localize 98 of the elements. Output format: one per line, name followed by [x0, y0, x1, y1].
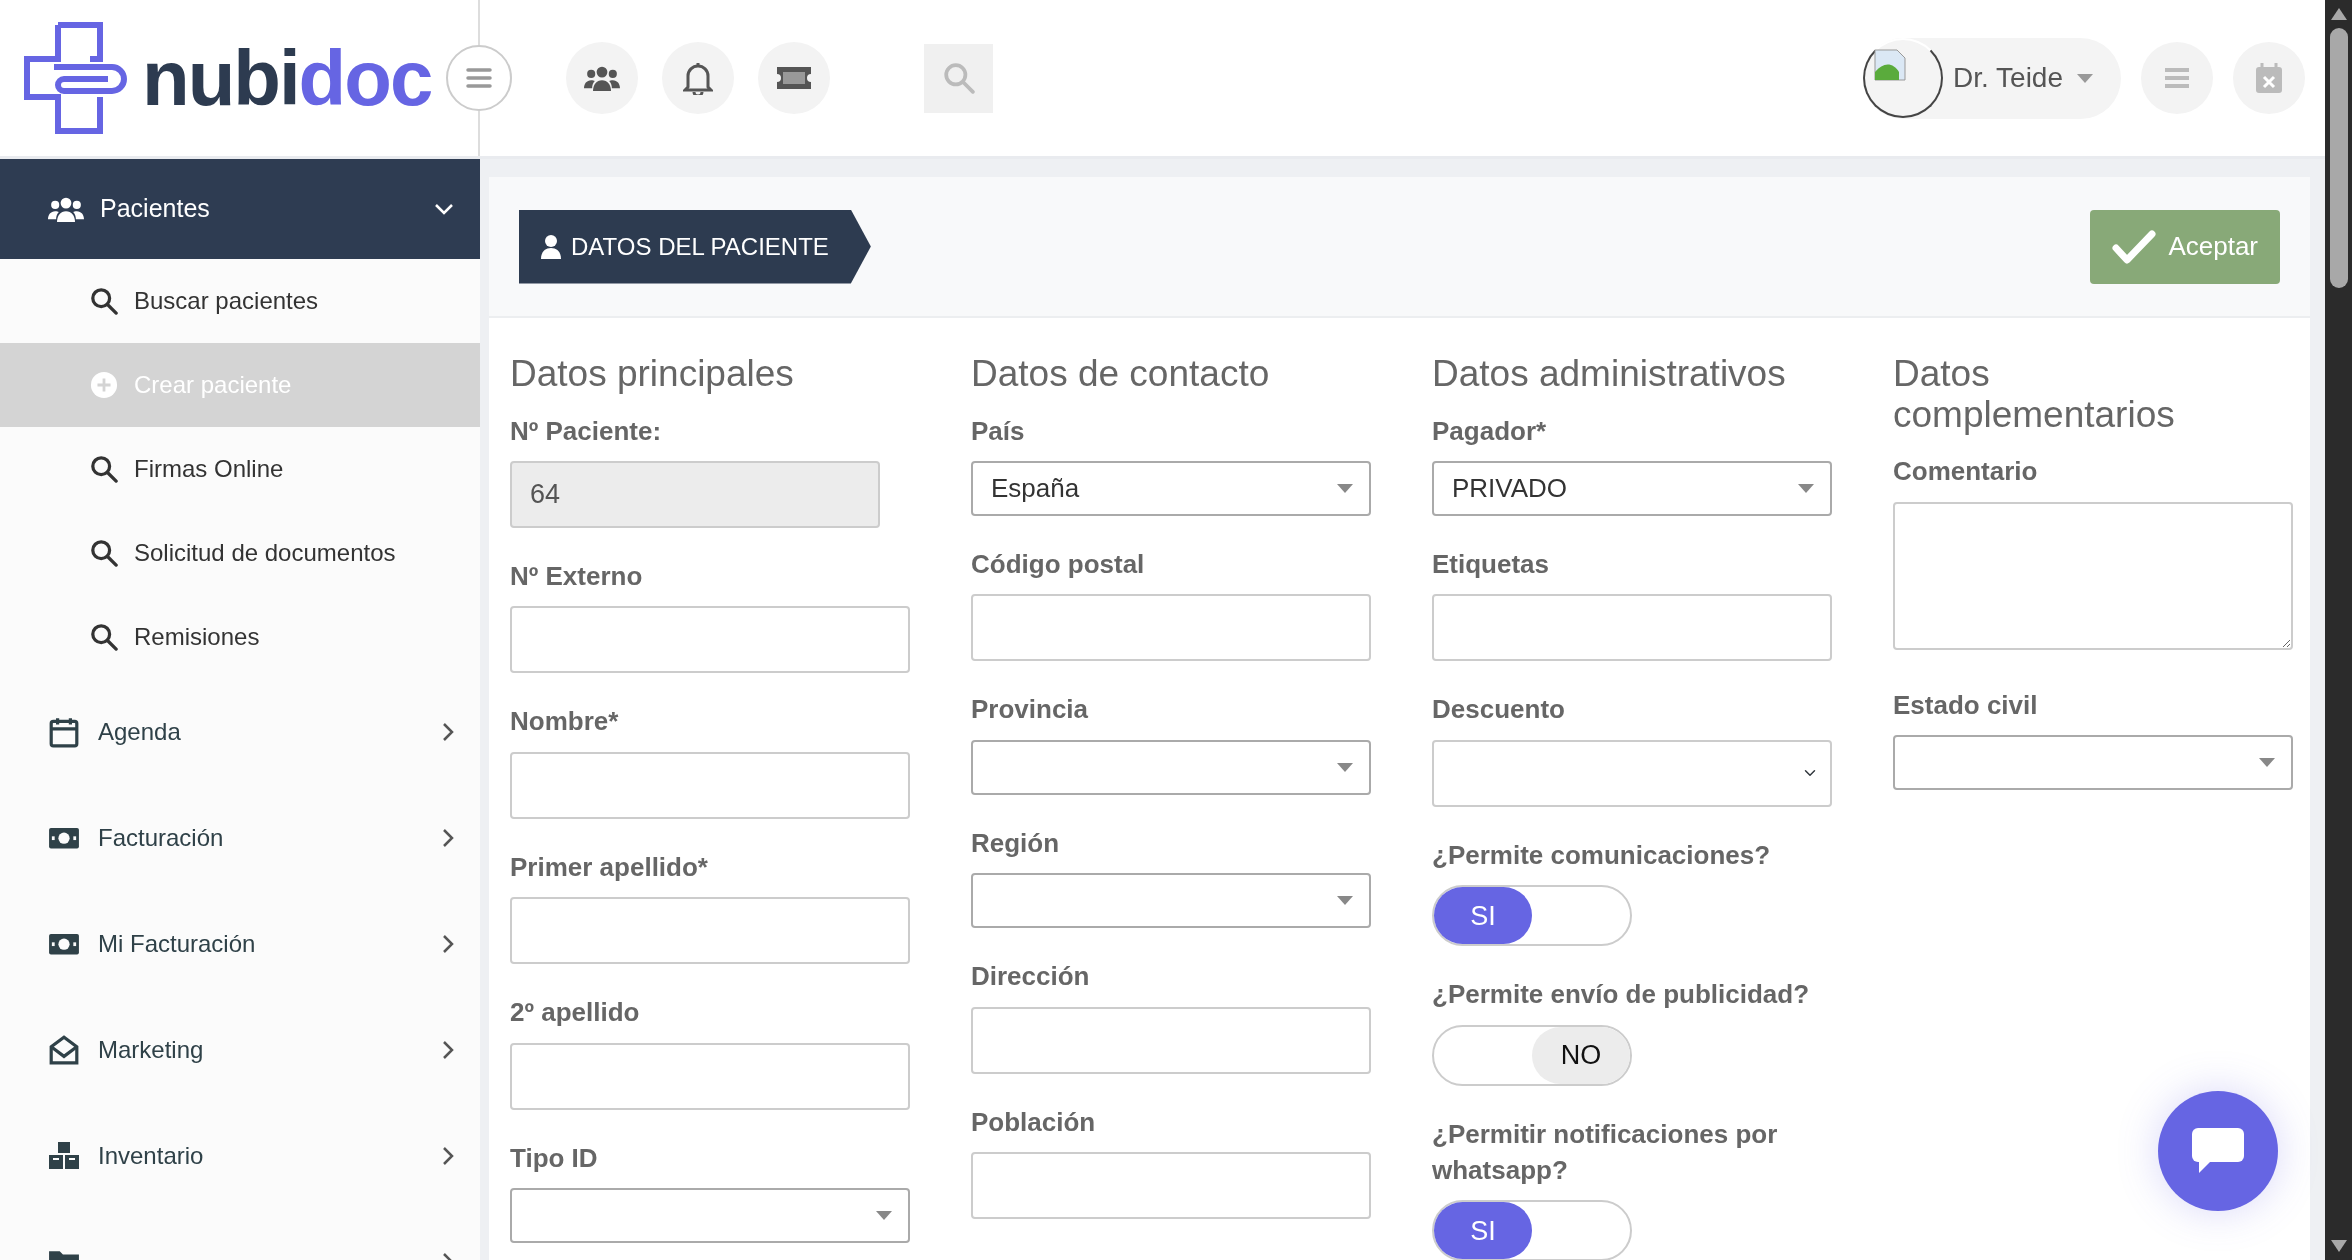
field-label: ¿Permite comunicaciones? [1432, 838, 1772, 872]
user-name: Dr. Teide [1953, 61, 2063, 95]
chevron-right-icon [442, 1040, 454, 1060]
money-icon [48, 932, 80, 956]
field-label: Primer apellido* [510, 850, 709, 884]
search-icon [90, 539, 118, 567]
field-label: Estado civil [1893, 688, 2039, 722]
sidebar-item[interactable]: Mi Facturación [0, 891, 480, 997]
search-icon [90, 455, 118, 483]
field-label: Descuento [1432, 693, 1566, 727]
menu-icon [2163, 66, 2191, 90]
menu-label: Facturación [98, 823, 224, 853]
submenu-item[interactable]: Solicitud de documentos [0, 511, 480, 595]
field-label: Tipo ID [510, 1141, 599, 1175]
input-field[interactable] [971, 1006, 1371, 1074]
chat-icon [2191, 1127, 2245, 1175]
sidebar-item[interactable]: Marketing [0, 997, 480, 1103]
search-icon [942, 62, 975, 94]
calendar-x-icon [2255, 62, 2283, 94]
user-icon [541, 234, 561, 259]
chevron-down-icon [434, 203, 454, 215]
bell-icon [683, 61, 713, 95]
money-icon [48, 826, 80, 850]
input-field[interactable] [971, 594, 1371, 662]
scroll-up-icon[interactable] [2330, 8, 2347, 20]
boxes-icon [48, 1140, 80, 1172]
dropdown[interactable] [971, 873, 1371, 929]
submenu-label: Solicitud de documentos [134, 538, 396, 568]
menu-label: Pacientes [100, 193, 211, 225]
check-icon [2112, 229, 2157, 264]
input-field[interactable] [971, 1152, 1371, 1220]
sidebar-item[interactable]: Pacientes [0, 159, 480, 259]
menu-icon [465, 67, 493, 89]
field-label: Región [971, 826, 1061, 860]
logo-text: nubidoc [142, 39, 432, 117]
menu-label: Inventario [98, 1141, 204, 1171]
input-field[interactable] [510, 751, 910, 819]
field-label: Población [971, 1105, 1097, 1139]
search-icon [90, 623, 118, 651]
field-label: 2º apellido [510, 996, 641, 1030]
menu-label: Mi Facturación [98, 929, 256, 959]
chevron-right-icon [442, 722, 454, 742]
search-button[interactable] [924, 43, 993, 113]
field-label: ¿Permite envío de publicidad? [1432, 978, 1811, 1012]
comment-field[interactable] [1893, 501, 2293, 650]
page-title: DATOS DEL PACIENTE [571, 231, 829, 262]
field-label: Provincia [971, 693, 1090, 727]
field-label: ¿Permitir notificaciones por whatsapp? [1432, 1117, 1779, 1188]
sidebar-item[interactable]: Facturación [0, 785, 480, 891]
toggle-switch[interactable]: NO [1432, 1024, 1632, 1086]
calendar-icon [48, 716, 80, 748]
plus-circle-icon [90, 371, 118, 399]
submenu-item[interactable]: Remisiones [0, 595, 480, 679]
field-label: Código postal [971, 548, 1146, 582]
chevron-right-icon [442, 1146, 454, 1166]
section-title: Datos administrativos [1432, 354, 1787, 395]
input-field[interactable] [510, 897, 910, 965]
section-title: Datos complementarios [1893, 354, 2176, 436]
dropdown[interactable]: PRIVADO [1432, 461, 1832, 517]
field-label: Comentario [1893, 455, 2039, 489]
broken-image-icon [1873, 48, 1907, 82]
dropdown[interactable] [1432, 739, 1832, 807]
sidebar-item[interactable]: Inventario [0, 1103, 480, 1209]
toggle-switch[interactable]: SI [1432, 885, 1632, 947]
menu-label: Agenda [98, 717, 181, 747]
submenu-label: Remisiones [134, 622, 260, 652]
caret-icon [2077, 73, 2093, 83]
submenu-item[interactable]: Buscar pacientes [0, 259, 480, 343]
user-menu[interactable]: Dr. Teide [1863, 37, 2121, 119]
input-field[interactable] [510, 1042, 910, 1110]
ticket-icon [775, 65, 813, 91]
chevron-right-icon [442, 828, 454, 848]
field-label: Etiquetas [1432, 548, 1551, 582]
scroll-down-icon[interactable] [2330, 1240, 2347, 1252]
field-label: Nombre* [510, 705, 620, 739]
submenu-item[interactable]: Firmas Online [0, 427, 480, 511]
field-label: Nº Externo [510, 560, 644, 594]
envelope-icon [48, 1034, 80, 1066]
search-icon [90, 287, 118, 315]
chevron-right-icon [442, 934, 454, 954]
section-title: Datos de contacto [971, 354, 1271, 395]
field-label: Pagador* [1432, 414, 1548, 448]
dropdown[interactable]: España [971, 461, 1371, 517]
input-field[interactable] [1432, 594, 1832, 662]
field-label: País [971, 414, 1026, 448]
dropdown[interactable] [971, 739, 1371, 795]
menu-label: Marketing [98, 1035, 204, 1065]
field-label: Dirección [971, 960, 1091, 994]
scrollbar-thumb[interactable] [2329, 28, 2348, 288]
toggle-switch[interactable]: SI [1432, 1200, 1632, 1260]
input-field[interactable] [510, 606, 910, 674]
dropdown[interactable] [510, 1188, 910, 1244]
field-label: Nº Paciente: [510, 414, 663, 448]
section-title: Datos principales [510, 354, 795, 395]
dropdown[interactable] [1893, 735, 2293, 791]
sidebar-item[interactable]: Agenda [0, 679, 480, 785]
submenu-label: Buscar pacientes [134, 286, 319, 316]
submenu-label: Firmas Online [134, 454, 284, 484]
